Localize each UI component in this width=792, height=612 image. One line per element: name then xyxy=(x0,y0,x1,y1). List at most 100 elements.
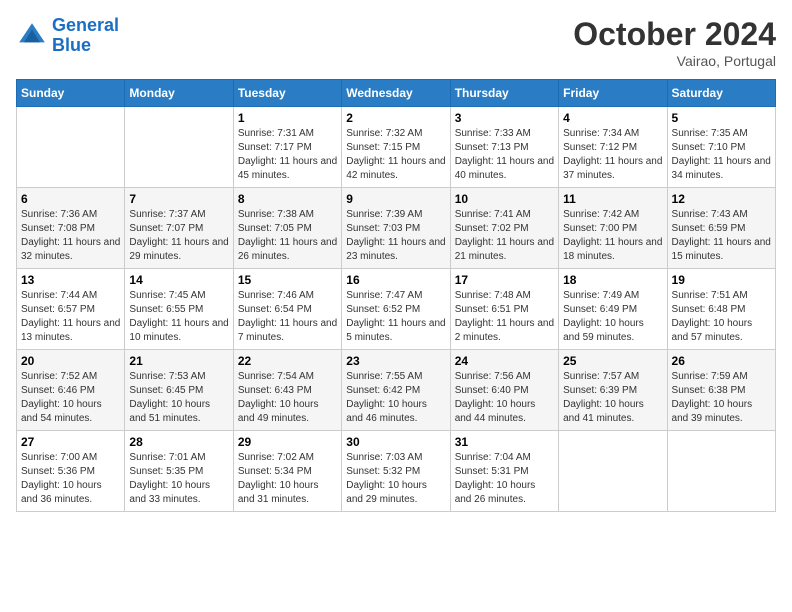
logo-line2: Blue xyxy=(52,35,91,55)
page-header: General Blue October 2024 Vairao, Portug… xyxy=(16,16,776,69)
day-number: 7 xyxy=(129,192,228,206)
calendar-cell: 31 Sunrise: 7:04 AMSunset: 5:31 PMDayligh… xyxy=(450,431,558,512)
day-info: Sunrise: 7:44 AMSunset: 6:57 PMDaylight:… xyxy=(21,289,120,345)
day-info: Sunrise: 7:46 AMSunset: 6:54 PMDaylight:… xyxy=(238,289,337,345)
day-info: Sunrise: 7:39 AMSunset: 7:03 PMDaylight:… xyxy=(346,208,445,264)
calendar-cell: 20 Sunrise: 7:52 AMSunset: 6:46 PMDayligh… xyxy=(17,350,125,431)
weekday-header: Monday xyxy=(125,80,233,107)
day-info: Sunrise: 7:31 AMSunset: 7:17 PMDaylight:… xyxy=(238,127,337,183)
day-info: Sunrise: 7:49 AMSunset: 6:49 PMDaylight:… xyxy=(563,289,662,345)
logo: General Blue xyxy=(16,16,119,56)
day-number: 4 xyxy=(563,111,662,125)
calendar-cell: 22 Sunrise: 7:54 AMSunset: 6:43 PMDayligh… xyxy=(233,350,341,431)
calendar-cell xyxy=(125,107,233,188)
day-info: Sunrise: 7:57 AMSunset: 6:39 PMDaylight:… xyxy=(563,370,662,426)
day-number: 3 xyxy=(455,111,554,125)
day-info: Sunrise: 7:00 AMSunset: 5:36 PMDaylight:… xyxy=(21,451,120,507)
day-info: Sunrise: 7:43 AMSunset: 6:59 PMDaylight:… xyxy=(672,208,771,264)
weekday-header: Tuesday xyxy=(233,80,341,107)
day-number: 30 xyxy=(346,435,445,449)
calendar-cell: 2Sunrise: 7:32 AMSunset: 7:15 PMDaylight… xyxy=(342,107,450,188)
day-info: Sunrise: 7:37 AMSunset: 7:07 PMDaylight:… xyxy=(129,208,228,264)
calendar-cell xyxy=(17,107,125,188)
calendar-cell: 5 Sunrise: 7:35 AMSunset: 7:10 PMDaylight… xyxy=(667,107,775,188)
calendar-cell: 11Sunrise: 7:42 AMSunset: 7:00 PMDayligh… xyxy=(559,188,667,269)
day-number: 18 xyxy=(563,273,662,287)
day-number: 8 xyxy=(238,192,337,206)
day-number: 23 xyxy=(346,354,445,368)
day-number: 28 xyxy=(129,435,228,449)
weekday-header: Saturday xyxy=(667,80,775,107)
day-number: 5 xyxy=(672,111,771,125)
day-number: 2 xyxy=(346,111,445,125)
day-number: 12 xyxy=(672,192,771,206)
calendar-cell: 29Sunrise: 7:02 AMSunset: 5:34 PMDayligh… xyxy=(233,431,341,512)
calendar-cell xyxy=(667,431,775,512)
day-info: Sunrise: 7:41 AMSunset: 7:02 PMDaylight:… xyxy=(455,208,554,264)
day-number: 26 xyxy=(672,354,771,368)
day-number: 15 xyxy=(238,273,337,287)
day-info: Sunrise: 7:52 AMSunset: 6:46 PMDaylight:… xyxy=(21,370,120,426)
calendar-cell: 26 Sunrise: 7:59 AMSunset: 6:38 PMDayligh… xyxy=(667,350,775,431)
day-number: 24 xyxy=(455,354,554,368)
day-info: Sunrise: 7:54 AMSunset: 6:43 PMDaylight:… xyxy=(238,370,337,426)
calendar-cell: 6Sunrise: 7:36 AMSunset: 7:08 PMDaylight… xyxy=(17,188,125,269)
day-info: Sunrise: 7:56 AMSunset: 6:40 PMDaylight:… xyxy=(455,370,554,426)
calendar-week-row: 1 Sunrise: 7:31 AMSunset: 7:17 PMDaylight… xyxy=(17,107,776,188)
day-info: Sunrise: 7:38 AMSunset: 7:05 PMDaylight:… xyxy=(238,208,337,264)
calendar-cell: 16Sunrise: 7:47 AMSunset: 6:52 PMDayligh… xyxy=(342,269,450,350)
calendar-cell: 12 Sunrise: 7:43 AMSunset: 6:59 PMDayligh… xyxy=(667,188,775,269)
location: Vairao, Portugal xyxy=(573,53,776,69)
calendar-cell: 7 Sunrise: 7:37 AMSunset: 7:07 PMDaylight… xyxy=(125,188,233,269)
day-number: 22 xyxy=(238,354,337,368)
weekday-header: Friday xyxy=(559,80,667,107)
calendar-cell: 28 Sunrise: 7:01 AMSunset: 5:35 PMDayligh… xyxy=(125,431,233,512)
calendar-cell: 3 Sunrise: 7:33 AMSunset: 7:13 PMDaylight… xyxy=(450,107,558,188)
day-number: 13 xyxy=(21,273,120,287)
calendar-cell: 21 Sunrise: 7:53 AMSunset: 6:45 PMDayligh… xyxy=(125,350,233,431)
day-info: Sunrise: 7:47 AMSunset: 6:52 PMDaylight:… xyxy=(346,289,445,345)
day-info: Sunrise: 7:59 AMSunset: 6:38 PMDaylight:… xyxy=(672,370,771,426)
day-info: Sunrise: 7:48 AMSunset: 6:51 PMDaylight:… xyxy=(455,289,554,345)
day-info: Sunrise: 7:34 AMSunset: 7:12 PMDaylight:… xyxy=(563,127,662,183)
calendar-cell: 23 Sunrise: 7:55 AMSunset: 6:42 PMDayligh… xyxy=(342,350,450,431)
weekday-header-row: SundayMondayTuesdayWednesdayThursdayFrid… xyxy=(17,80,776,107)
day-info: Sunrise: 7:04 AMSunset: 5:31 PMDaylight:… xyxy=(455,451,554,507)
calendar-cell: 13 Sunrise: 7:44 AMSunset: 6:57 PMDayligh… xyxy=(17,269,125,350)
day-info: Sunrise: 7:03 AMSunset: 5:32 PMDaylight:… xyxy=(346,451,445,507)
calendar-cell xyxy=(559,431,667,512)
day-info: Sunrise: 7:35 AMSunset: 7:10 PMDaylight:… xyxy=(672,127,771,183)
day-number: 14 xyxy=(129,273,228,287)
logo-icon xyxy=(16,20,48,52)
day-number: 9 xyxy=(346,192,445,206)
day-number: 20 xyxy=(21,354,120,368)
calendar-cell: 4 Sunrise: 7:34 AMSunset: 7:12 PMDaylight… xyxy=(559,107,667,188)
day-number: 25 xyxy=(563,354,662,368)
weekday-header: Sunday xyxy=(17,80,125,107)
calendar-week-row: 6Sunrise: 7:36 AMSunset: 7:08 PMDaylight… xyxy=(17,188,776,269)
title-block: October 2024 Vairao, Portugal xyxy=(573,16,776,69)
calendar-cell: 14 Sunrise: 7:45 AMSunset: 6:55 PMDayligh… xyxy=(125,269,233,350)
calendar-cell: 19Sunrise: 7:51 AMSunset: 6:48 PMDayligh… xyxy=(667,269,775,350)
weekday-header: Wednesday xyxy=(342,80,450,107)
day-number: 1 xyxy=(238,111,337,125)
day-info: Sunrise: 7:53 AMSunset: 6:45 PMDaylight:… xyxy=(129,370,228,426)
day-info: Sunrise: 7:33 AMSunset: 7:13 PMDaylight:… xyxy=(455,127,554,183)
calendar-week-row: 27Sunrise: 7:00 AMSunset: 5:36 PMDayligh… xyxy=(17,431,776,512)
calendar-cell: 25 Sunrise: 7:57 AMSunset: 6:39 PMDayligh… xyxy=(559,350,667,431)
calendar-cell: 18 Sunrise: 7:49 AMSunset: 6:49 PMDayligh… xyxy=(559,269,667,350)
calendar-cell: 8 Sunrise: 7:38 AMSunset: 7:05 PMDaylight… xyxy=(233,188,341,269)
day-info: Sunrise: 7:01 AMSunset: 5:35 PMDaylight:… xyxy=(129,451,228,507)
logo-line1: General xyxy=(52,15,119,35)
calendar-cell: 17Sunrise: 7:48 AMSunset: 6:51 PMDayligh… xyxy=(450,269,558,350)
day-number: 19 xyxy=(672,273,771,287)
day-info: Sunrise: 7:45 AMSunset: 6:55 PMDaylight:… xyxy=(129,289,228,345)
day-info: Sunrise: 7:55 AMSunset: 6:42 PMDaylight:… xyxy=(346,370,445,426)
day-info: Sunrise: 7:42 AMSunset: 7:00 PMDaylight:… xyxy=(563,208,662,264)
calendar-week-row: 20 Sunrise: 7:52 AMSunset: 6:46 PMDayligh… xyxy=(17,350,776,431)
day-number: 31 xyxy=(455,435,554,449)
calendar-table: SundayMondayTuesdayWednesdayThursdayFrid… xyxy=(16,79,776,512)
day-info: Sunrise: 7:36 AMSunset: 7:08 PMDaylight:… xyxy=(21,208,120,264)
day-number: 21 xyxy=(129,354,228,368)
calendar-cell: 27Sunrise: 7:00 AMSunset: 5:36 PMDayligh… xyxy=(17,431,125,512)
